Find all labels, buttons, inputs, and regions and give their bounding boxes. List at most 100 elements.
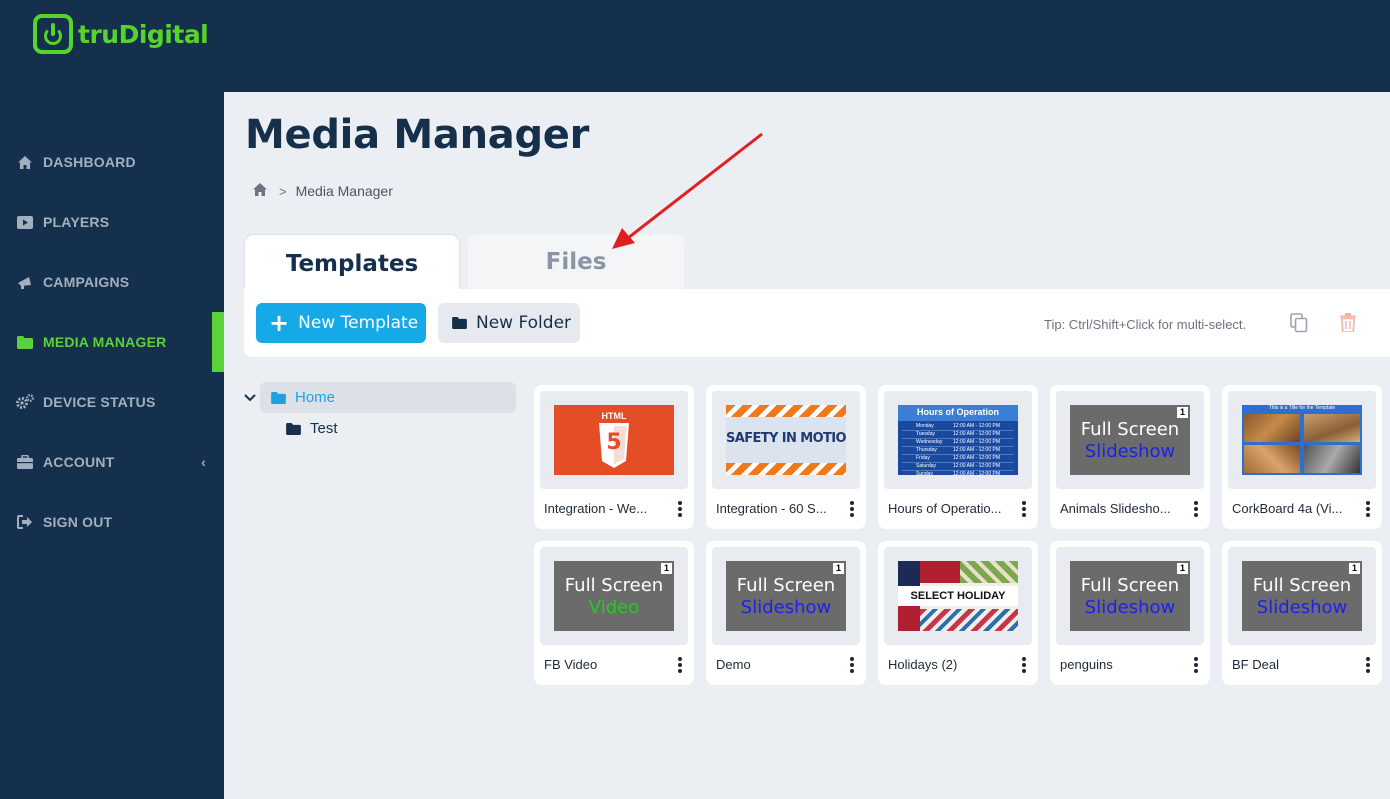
megaphone-icon (16, 273, 34, 291)
template-card[interactable]: Full Screen Slideshow 1 Demo (706, 541, 866, 685)
more-options-icon[interactable] (674, 499, 686, 519)
hours-time: 12:00 AM - 12:00 PM (953, 423, 1000, 429)
template-card[interactable]: This is a Title for the Template CorkBoa… (1222, 385, 1382, 529)
more-options-icon[interactable] (846, 499, 858, 519)
corkboard-title: This is a Title for the Template (1268, 405, 1336, 411)
thumbnail-frame: Full Screen Slideshow 1 (1228, 547, 1376, 645)
template-card[interactable]: Full Screen Slideshow 1 penguins (1050, 541, 1210, 685)
tab-templates[interactable]: Templates (244, 234, 460, 292)
folder-icon (452, 317, 467, 329)
trash-icon[interactable] (1340, 313, 1360, 335)
breadcrumb: > Media Manager (252, 182, 393, 200)
template-thumbnail: Hours of Operation Monday 12:00 AM - 12:0… (898, 405, 1018, 475)
play-icon (16, 213, 34, 231)
safety-text: SAFETY IN MOTION (726, 431, 846, 446)
hours-time: 12:00 AM - 12:00 PM (953, 455, 1000, 461)
new-folder-button[interactable]: New Folder (438, 303, 580, 343)
full-screen-preview: Full Screen Slideshow 1 (726, 561, 846, 631)
template-card[interactable]: Hours of Operation Monday 12:00 AM - 12:0… (878, 385, 1038, 529)
sidebar-item-dashboard[interactable]: DASHBOARD (0, 132, 224, 192)
sidebar-item-label: CAMPAIGNS (43, 274, 130, 290)
sidebar-item-sign-out[interactable]: SIGN OUT (0, 492, 224, 552)
more-options-icon[interactable] (1018, 655, 1030, 675)
sidebar-item-campaigns[interactable]: CAMPAIGNS (0, 252, 224, 312)
sign-out-icon (16, 513, 34, 531)
template-card[interactable]: SAFETY IN MOTION Integration - 60 S... (706, 385, 866, 529)
holiday-art (920, 609, 1018, 631)
more-options-icon[interactable] (1362, 655, 1374, 675)
full-screen-preview: Full Screen Slideshow 1 (1242, 561, 1362, 631)
more-options-icon[interactable] (1190, 655, 1202, 675)
folder-icon (271, 391, 286, 404)
image-tile (1244, 414, 1300, 442)
preview-line-1: Full Screen (1080, 419, 1180, 440)
template-name: Integration - We... (544, 501, 648, 516)
hours-day: Saturday (916, 463, 937, 469)
thumbnail-frame: Full Screen Slideshow 1 (1056, 547, 1204, 645)
brand-logo[interactable]: truDigital (33, 14, 209, 54)
sidebar-item-label: MEDIA MANAGER (43, 334, 167, 350)
more-options-icon[interactable] (1190, 499, 1202, 519)
template-card[interactable]: Full Screen Video 1 FB Video (534, 541, 694, 685)
sidebar-item-account[interactable]: ACCOUNT ‹ (0, 432, 224, 492)
hours-row: Wednesday 12:00 AM - 12:00 PM (902, 439, 1014, 447)
hazard-stripe (726, 405, 846, 417)
html5-number: 5 (606, 430, 622, 455)
hours-time: 12:00 AM - 12:00 PM (953, 447, 1000, 453)
main-content: Media Manager > Media Manager Templates … (224, 92, 1390, 799)
thumbnail-frame: Full Screen Slideshow 1 (712, 547, 860, 645)
more-options-icon[interactable] (1018, 499, 1030, 519)
hours-day: Thursday (916, 447, 937, 453)
template-name: BF Deal (1232, 657, 1279, 672)
tree-item-home[interactable]: Home (260, 382, 516, 413)
new-template-button[interactable]: + New Template (256, 303, 426, 343)
template-card[interactable]: SELECT HOLIDAY Holidays (2) (878, 541, 1038, 685)
template-name: Demo (716, 657, 751, 672)
tree-item-test[interactable]: Test (286, 420, 406, 437)
new-folder-label: New Folder (476, 313, 572, 333)
folder-icon (286, 422, 301, 435)
template-name: Hours of Operatio... (888, 501, 1002, 516)
hours-time: 12:00 AM - 12:00 PM (953, 439, 1000, 445)
tab-files[interactable]: Files (468, 234, 684, 290)
full-screen-preview: Full Screen Slideshow 1 (1070, 561, 1190, 631)
home-icon[interactable] (252, 182, 268, 200)
full-screen-preview: Full Screen Slideshow 1 (1070, 405, 1190, 475)
hours-row: Sunday 12:00 AM - 12:00 PM (902, 471, 1014, 475)
gears-icon (16, 393, 34, 411)
more-options-icon[interactable] (846, 655, 858, 675)
hours-day: Friday (916, 455, 930, 461)
template-card[interactable]: Full Screen Slideshow 1 Animals Slidesho… (1050, 385, 1210, 529)
preview-line-2: Slideshow (1084, 441, 1176, 462)
template-card[interactable]: Full Screen Slideshow 1 BF Deal (1222, 541, 1382, 685)
more-options-icon[interactable] (1362, 499, 1374, 519)
sidebar-item-device-status[interactable]: DEVICE STATUS (0, 372, 224, 432)
page-title: Media Manager (245, 112, 590, 158)
template-name: Animals Slidesho... (1060, 501, 1171, 516)
template-thumbnail: Full Screen Slideshow 1 (1070, 405, 1190, 475)
tree-item-label: Home (295, 389, 336, 406)
hours-time: 12:00 AM - 12:00 PM (953, 463, 1000, 469)
hours-row: Thursday 12:00 AM - 12:00 PM (902, 447, 1014, 455)
thumbnail-frame: HTML 5 (540, 391, 688, 489)
holiday-text: SELECT HOLIDAY (910, 590, 1006, 602)
hours-row: Saturday 12:00 AM - 12:00 PM (902, 463, 1014, 471)
copy-icon[interactable] (1290, 313, 1310, 335)
preview-line-1: Full Screen (736, 575, 836, 596)
sidebar-item-label: DASHBOARD (43, 154, 136, 170)
template-thumbnail: Full Screen Slideshow 1 (1242, 561, 1362, 631)
sidebar-item-players[interactable]: PLAYERS (0, 192, 224, 252)
chevron-down-icon[interactable] (244, 389, 256, 405)
more-options-icon[interactable] (674, 655, 686, 675)
preview-line-2: Video (588, 597, 640, 618)
folder-icon (16, 333, 34, 351)
thumbnail-frame: This is a Title for the Template (1228, 391, 1376, 489)
count-badge: 1 (661, 563, 672, 574)
hours-row: Friday 12:00 AM - 12:00 PM (902, 455, 1014, 463)
image-tile (1304, 414, 1360, 442)
toolbar: + New Template New Folder Tip: Ctrl/Shif… (244, 289, 1390, 357)
sidebar-item-media-manager[interactable]: MEDIA MANAGER (0, 312, 224, 372)
template-card[interactable]: HTML 5 Integration - We... (534, 385, 694, 529)
preview-line-2: Slideshow (1256, 597, 1348, 618)
hours-list: Monday 12:00 AM - 12:00 PM Tuesday 12:00 AM… (902, 423, 1014, 475)
